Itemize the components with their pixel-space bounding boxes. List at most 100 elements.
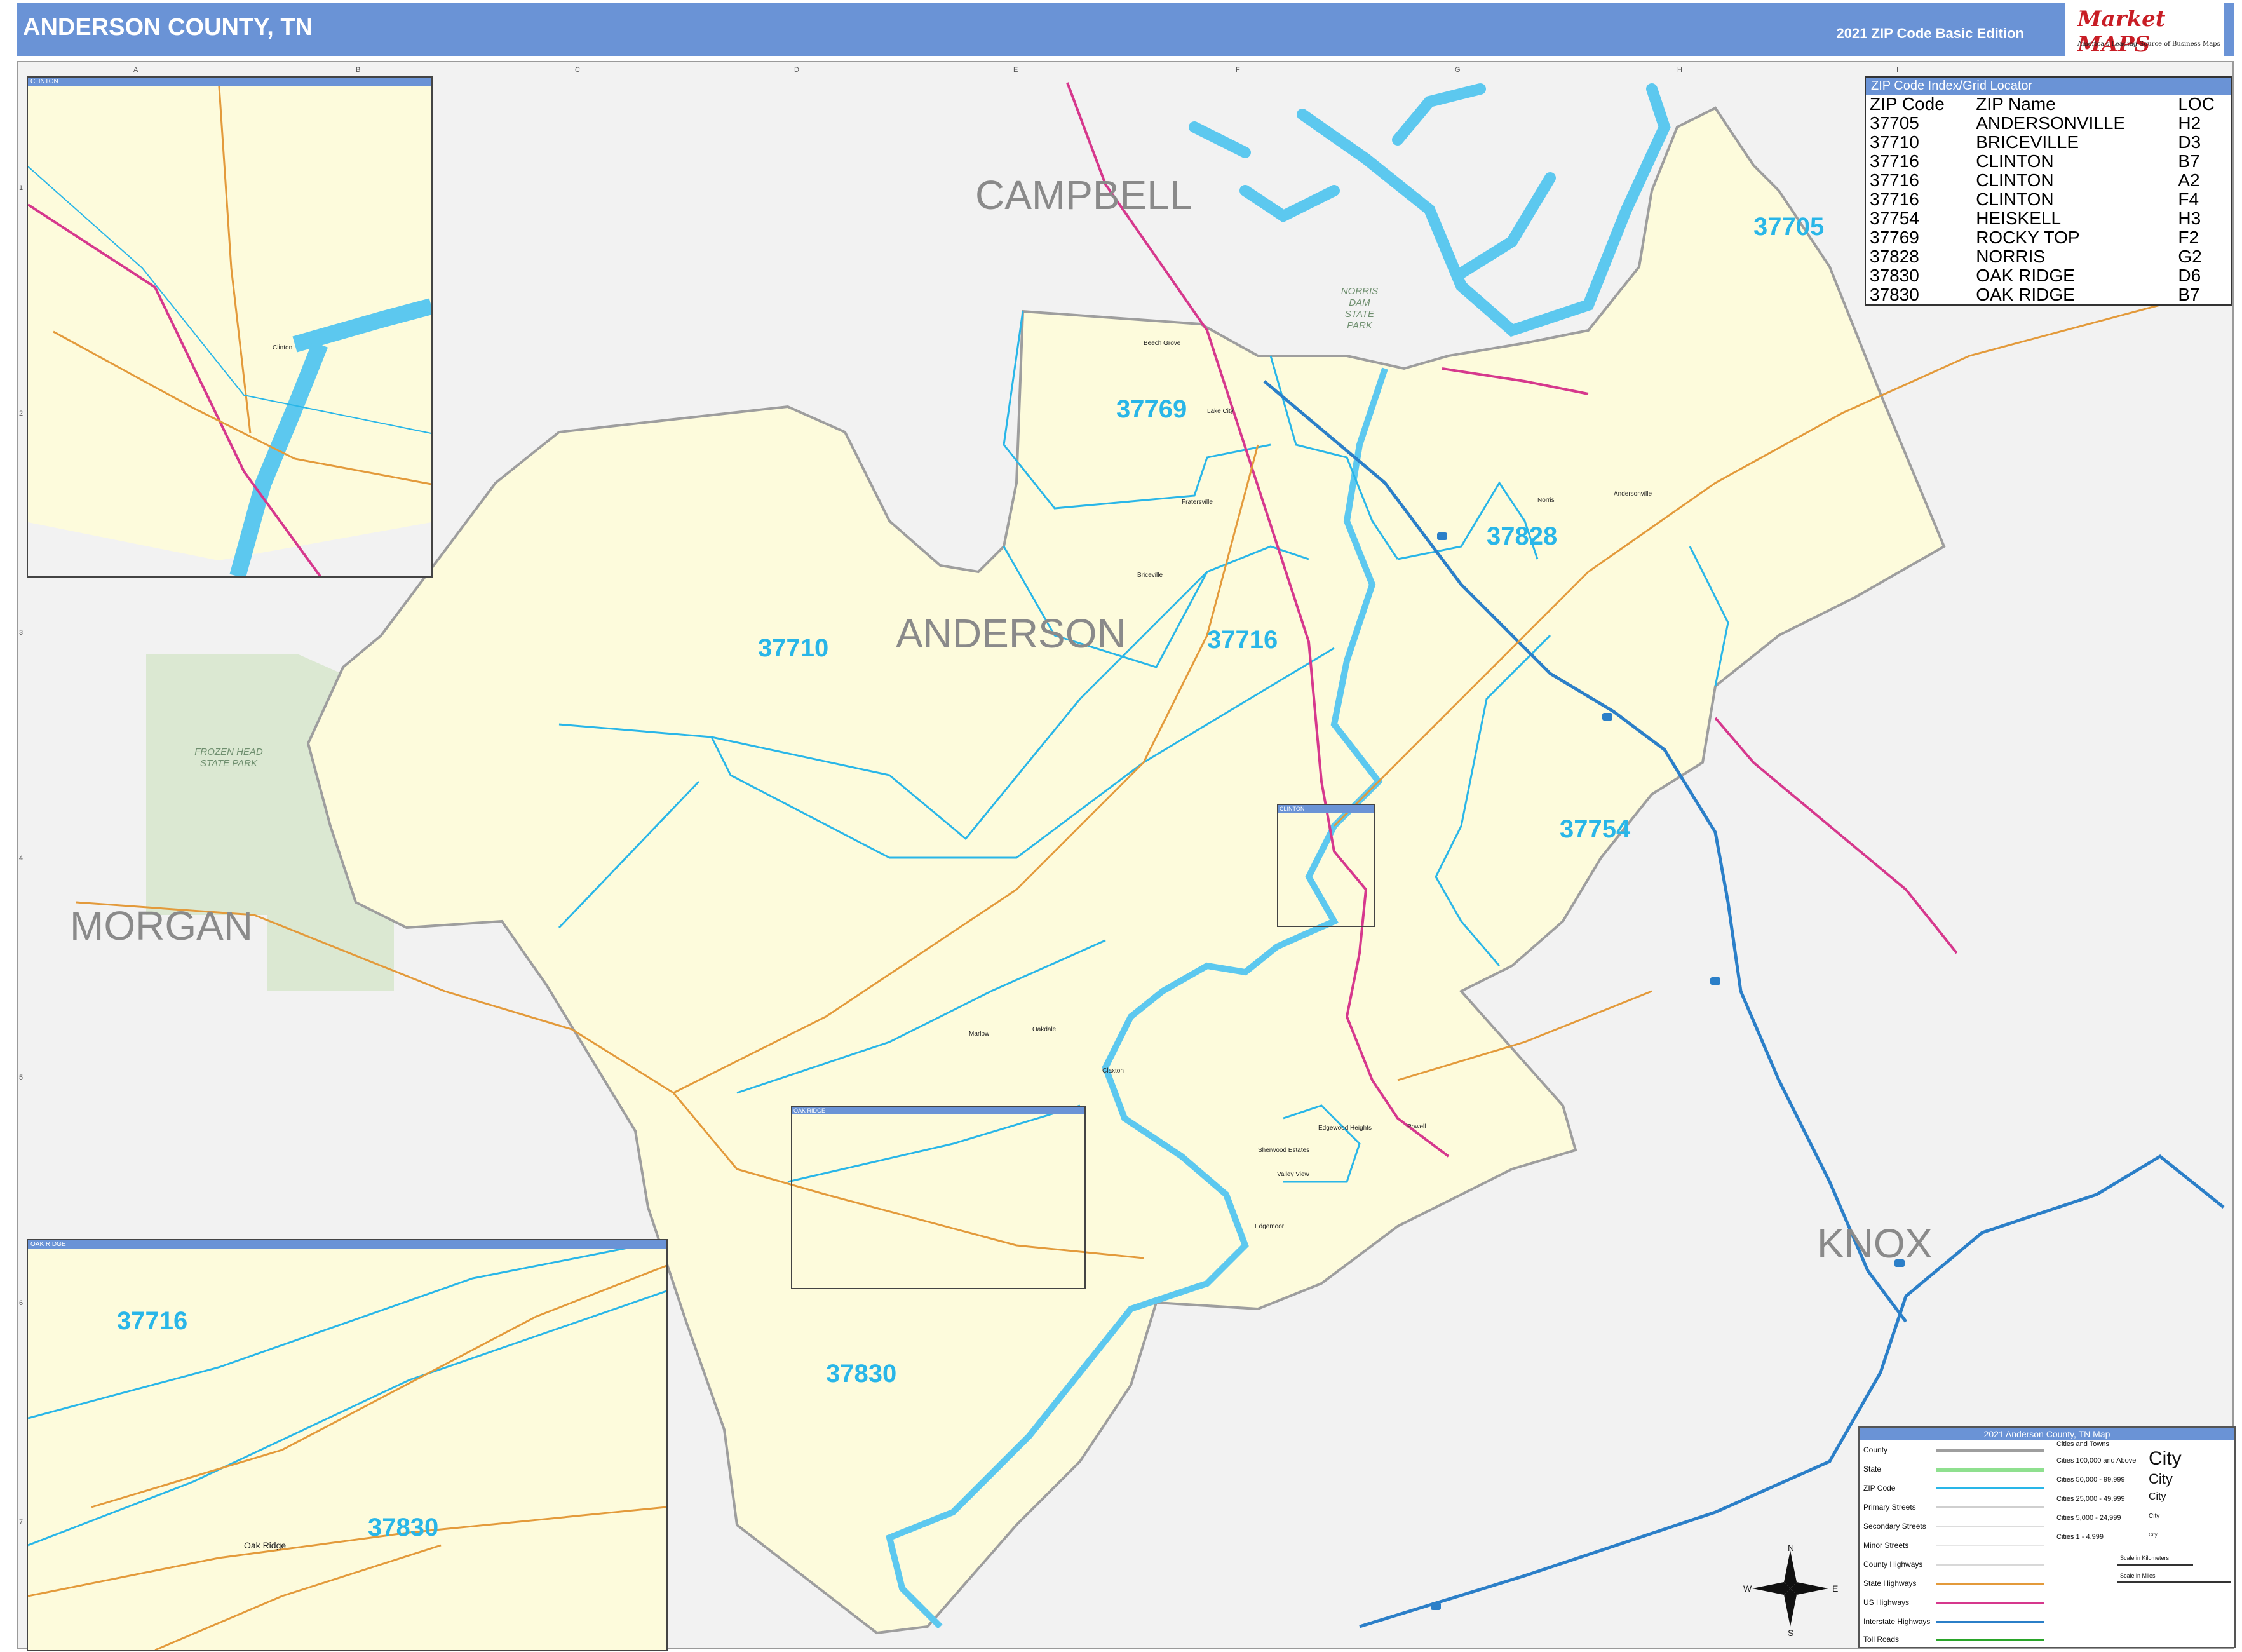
town-beech-grove: Beech Grove (1144, 340, 1181, 347)
legend-swatch-county (1936, 1449, 2044, 1452)
table-row: 37830 OAK RIDGE D6 (1866, 266, 2231, 285)
compass-east: E (1832, 1583, 1839, 1594)
map-legend: 2021 Anderson County, TN Map County Stat… (1858, 1426, 2236, 1648)
legend-item: Minor Streets (1863, 1541, 1909, 1550)
table-row: 37769 ROCKY TOP F2 (1866, 228, 2231, 247)
name-cell: OAK RIDGE (1976, 266, 2075, 285)
oak-ridge-inset[interactable]: OAK RIDGE 37716 37830 Oak Ridge (27, 1239, 668, 1651)
town-edgemoor: Edgemoor (1255, 1223, 1285, 1230)
grid-row-4: 4 (19, 855, 24, 862)
loc-cell: H2 (2178, 113, 2201, 133)
legend-item: Interstate Highways (1863, 1617, 1931, 1626)
zip-label-37828: 37828 (1487, 522, 1558, 550)
compass-west: W (1743, 1583, 1752, 1594)
clinton-inset-locator[interactable]: CLINTON (1277, 804, 1375, 927)
grid-col-b: B (356, 66, 361, 74)
table-row: 37828 NORRIS G2 (1866, 247, 2231, 266)
clinton-inset-label: Clinton (273, 344, 293, 351)
legend-city-sample-m: City (2149, 1491, 2166, 1502)
park-label-norris-dam: NORRIS DAM STATE PARK (1340, 286, 1379, 331)
zip-label-37710: 37710 (758, 634, 829, 662)
legend-item: State Highways (1863, 1579, 1917, 1588)
table-row: 37705 ANDERSONVILLE H2 (1866, 114, 2231, 133)
legend-item: Toll Roads (1863, 1635, 1900, 1644)
grid-row-6: 6 (19, 1299, 24, 1307)
zip-index-col-zip: ZIP Code (1870, 94, 1945, 114)
grid-row-2: 2 (19, 410, 24, 417)
zip-cell: 37705 (1870, 113, 1919, 133)
name-cell: ANDERSONVILLE (1976, 113, 2126, 133)
town-andersonville: Andersonville (1614, 491, 1652, 498)
clinton-inset[interactable]: CLINTON Clinton (27, 76, 433, 578)
loc-cell: B7 (2178, 151, 2200, 171)
name-cell: OAK RIDGE (1976, 285, 2075, 304)
legend-swatch-secondary (1936, 1526, 2044, 1527)
town-claxton: Claxton (1102, 1067, 1124, 1074)
grid-col-a: A (133, 66, 138, 74)
legend-item: ZIP Code (1863, 1484, 1896, 1493)
loc-cell: F4 (2178, 189, 2199, 209)
legend-city-size: Cities 50,000 - 99,999 (2056, 1476, 2125, 1484)
table-row: 37710 BRICEVILLE D3 (1866, 133, 2231, 152)
zip-cell: 37830 (1870, 266, 1919, 285)
legend-scale-mi: Scale in Miles (2120, 1573, 2156, 1579)
grid-row-5: 5 (19, 1074, 24, 1081)
table-row: 37716 CLINTON A2 (1866, 171, 2231, 190)
zip-code-index: ZIP Code Index/Grid Locator ZIP Code ZIP… (1865, 76, 2232, 306)
grid-col-h: H (1677, 66, 1682, 74)
legend-swatch-interstate (1936, 1621, 2044, 1623)
county-label-knox: KNOX (1817, 1221, 1933, 1266)
loc-cell: G2 (2178, 247, 2202, 266)
town-marlow: Marlow (969, 1031, 990, 1038)
table-row: 37716 CLINTON F4 (1866, 190, 2231, 209)
loc-cell: D3 (2178, 132, 2201, 152)
legend-city-sample-xl: City (2149, 1448, 2182, 1469)
scale-bar-mi (2117, 1581, 2231, 1583)
name-cell: BRICEVILLE (1976, 132, 2079, 152)
zip-cell: 37716 (1870, 151, 1919, 171)
legend-swatch-primary (1936, 1506, 2044, 1508)
zip-index-col-loc: LOC (2178, 94, 2215, 114)
table-row: 37754 HEISKELL H3 (1866, 209, 2231, 228)
loc-cell: A2 (2178, 170, 2200, 190)
county-label-campbell: CAMPBELL (975, 172, 1192, 218)
zip-cell: 37769 (1870, 227, 1919, 247)
name-cell: CLINTON (1976, 189, 2054, 209)
legend-item: County Highways (1863, 1560, 1923, 1569)
grid-row-1: 1 (19, 184, 24, 192)
compass-north: N (1788, 1543, 1795, 1553)
grid-col-g: G (1455, 66, 1461, 74)
name-cell: CLINTON (1976, 170, 2054, 190)
legend-item: Primary Streets (1863, 1503, 1916, 1512)
zip-cell: 37830 (1870, 285, 1919, 304)
oak-ridge-inset-map (28, 1240, 666, 1650)
town-oakdale: Oakdale (1032, 1026, 1057, 1033)
town-lake-city: Lake City (1207, 408, 1234, 415)
legend-swatch-state-hwy (1936, 1583, 2044, 1585)
county-label-morgan: MORGAN (70, 903, 253, 949)
table-row: 37830 OAK RIDGE B7 (1866, 285, 2231, 304)
oak-ridge-inset-locator[interactable]: OAK RIDGE (791, 1106, 1086, 1289)
grid-col-e: E (1013, 66, 1018, 74)
loc-cell: D6 (2178, 266, 2201, 285)
zip-index-header-row: ZIP Code ZIP Name LOC (1866, 95, 2231, 114)
legend-swatch-us-hwy (1936, 1602, 2044, 1604)
oak-ridge-inset-label: Oak Ridge (244, 1540, 287, 1550)
oak-ridge-inset-zip-37716: 37716 (117, 1307, 188, 1335)
clinton-locator-title: CLINTON (1278, 805, 1374, 813)
town-norris: Norris (1537, 497, 1555, 504)
legend-swatch-toll (1936, 1639, 2044, 1641)
name-cell: ROCKY TOP (1976, 227, 2080, 247)
town-valley-view: Valley View (1277, 1171, 1309, 1178)
zip-index-table: ZIP Code ZIP Name LOC 37705 ANDERSONVILLE… (1866, 95, 2231, 304)
clinton-inset-map (28, 78, 431, 576)
legend-swatch-minor (1936, 1545, 2044, 1546)
name-cell: CLINTON (1976, 151, 2054, 171)
table-row: 37716 CLINTON B7 (1866, 152, 2231, 171)
legend-city-size: Cities 1 - 4,999 (2056, 1533, 2104, 1541)
zip-index-title: ZIP Code Index/Grid Locator (1866, 78, 2231, 95)
grid-col-d: D (794, 66, 799, 74)
town-sherwood: Sherwood Estates (1258, 1147, 1310, 1154)
town-powell: Powell (1407, 1123, 1426, 1130)
park-label-frozen-head: FROZEN HEAD STATE PARK (194, 747, 263, 769)
